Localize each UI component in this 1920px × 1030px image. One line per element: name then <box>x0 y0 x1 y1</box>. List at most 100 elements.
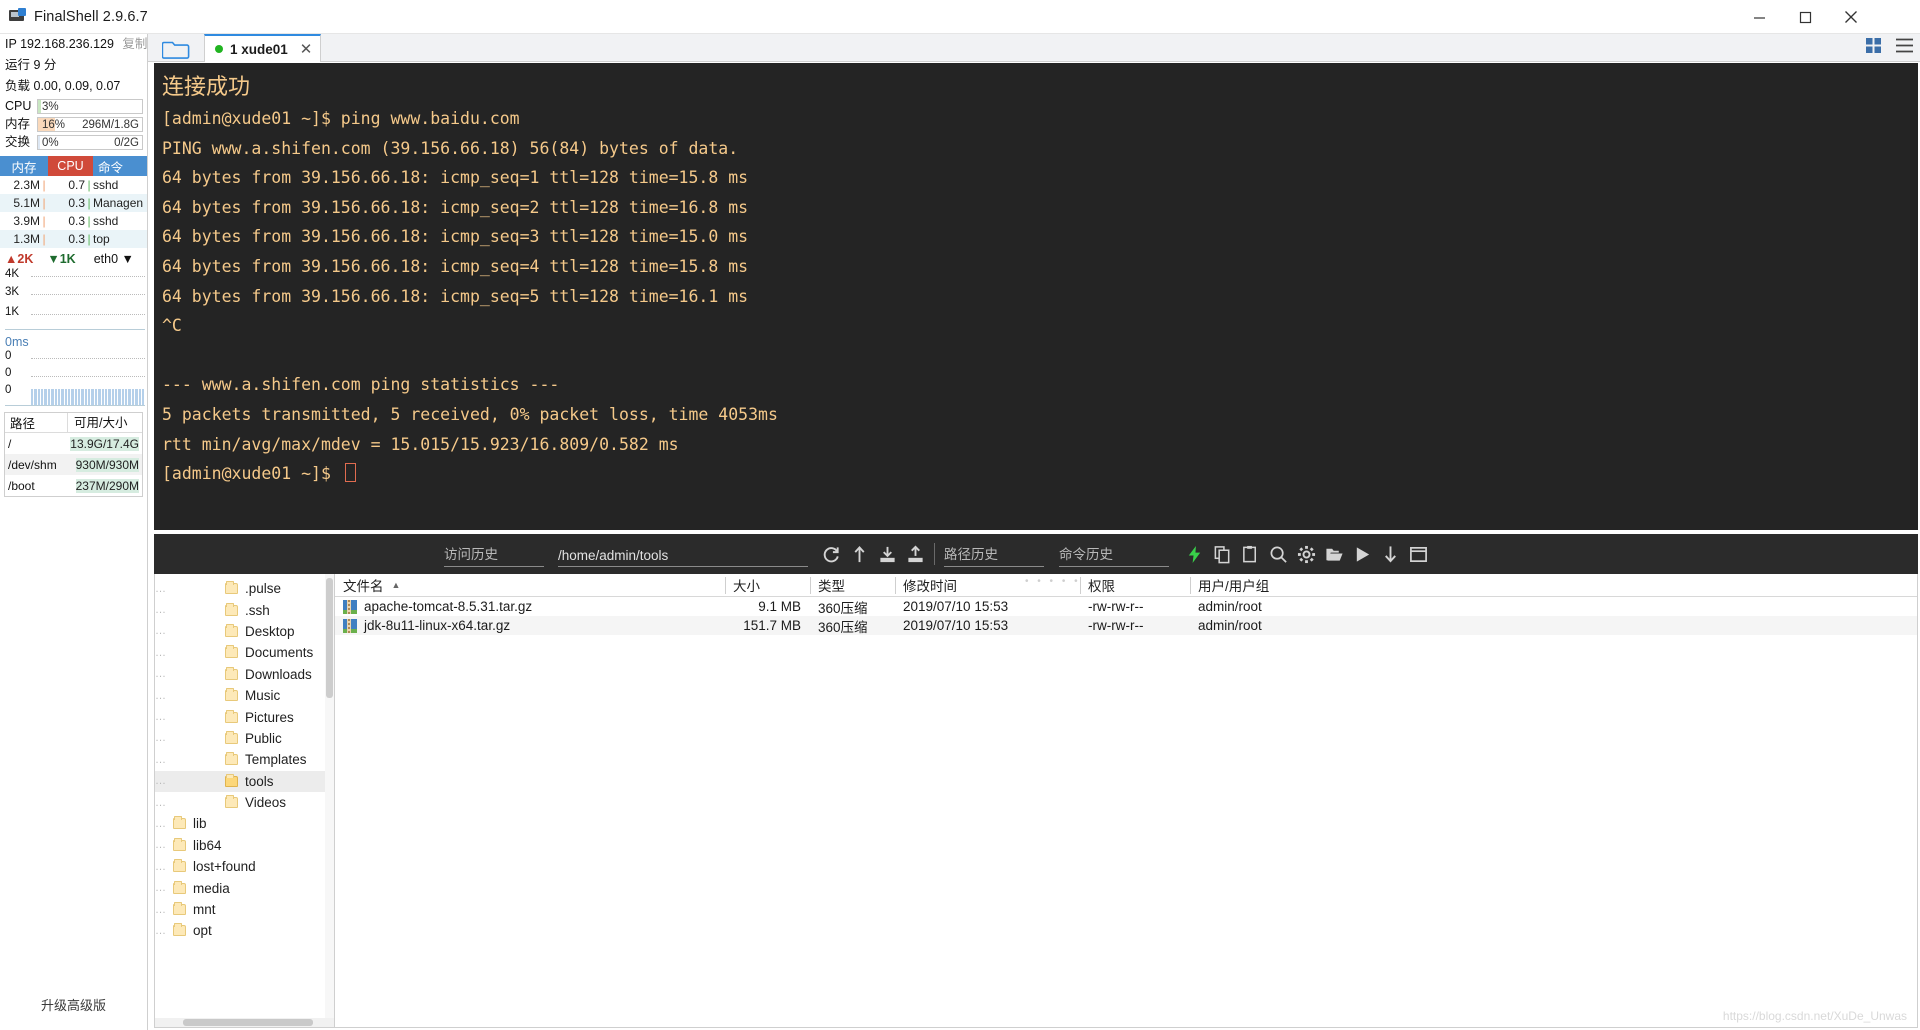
tree-node[interactable]: … mnt <box>155 899 334 920</box>
process-col-command[interactable]: 命令 <box>93 156 147 176</box>
directory-tree[interactable]: … .pulse … .ssh … Desktop … Documents … Downloads… <box>155 574 335 1027</box>
meter-bar: 16% 296M/1.8G <box>37 116 143 132</box>
upgrade-link[interactable]: 升级高级版 <box>0 995 147 1014</box>
grid-view-icon[interactable] <box>1865 37 1882 59</box>
file-row[interactable]: apache-tomcat-8.5.31.tar.gz 9.1 MB 360压缩 20… <box>335 597 1917 616</box>
server-status-sidebar: IP 192.168.236.129 复制 运行 9 分 负载 0.00, 0.… <box>0 34 148 1030</box>
tree-node[interactable]: … Music <box>155 685 334 706</box>
tree-guide: … <box>155 711 167 724</box>
process-col-cpu[interactable]: CPU <box>48 156 93 176</box>
list-view-icon[interactable] <box>1895 37 1914 59</box>
disk-row[interactable]: /boot 237M/290M <box>5 475 142 496</box>
tree-node[interactable]: … Public <box>155 728 334 749</box>
file-column-header[interactable]: 大小 <box>725 574 810 597</box>
tree-node[interactable]: … media <box>155 877 334 898</box>
tree-node-label: .pulse <box>245 581 282 597</box>
open-folder-icon[interactable] <box>1325 545 1344 564</box>
meter-percent: 3% <box>42 100 59 113</box>
tree-node[interactable]: … Desktop <box>155 621 334 642</box>
file-list: 文件名 ▲ 大小 类型 修改时间 权限 用户/用户组 • • • • • apache-to… <box>335 574 1917 1027</box>
tree-guide: … <box>155 646 167 659</box>
tree-node[interactable]: … Pictures <box>155 706 334 727</box>
copy-ip-button[interactable]: 复制 <box>122 37 147 51</box>
gear-icon[interactable] <box>1297 545 1316 564</box>
window-icon[interactable] <box>1409 545 1428 564</box>
file-column-label: 文件名 <box>343 579 384 594</box>
tree-node[interactable]: … Documents <box>155 642 334 663</box>
folder-icon <box>225 581 238 595</box>
file-column-header[interactable]: 文件名 ▲ <box>335 574 725 597</box>
tree-vertical-scrollbar[interactable] <box>325 574 334 1018</box>
tab-label: 1 xude01 <box>230 41 288 57</box>
load-row: 负载 0.00, 0.09, 0.07 <box>0 76 147 97</box>
process-row[interactable]: 2.3M | 0.7 | sshd <box>0 176 147 194</box>
lightning-icon[interactable] <box>1185 545 1204 564</box>
tree-node[interactable]: … tools <box>155 770 334 792</box>
visit-history-input[interactable]: 访问历史 <box>444 541 544 567</box>
close-button[interactable] <box>1828 0 1874 34</box>
process-row[interactable]: 1.3M | 0.3 | top <box>0 230 147 248</box>
maximize-button[interactable] <box>1782 0 1828 34</box>
meter-amount: 0/2G <box>114 136 139 149</box>
tab-xude01[interactable]: 1 xude01 ✕ <box>204 34 322 62</box>
file-actions <box>1185 545 1428 564</box>
upload-rate-value: 2K <box>17 252 34 266</box>
tree-node[interactable]: … Downloads <box>155 664 334 685</box>
terminal-line: rtt min/avg/max/mdev = 15.015/15.923/16.… <box>162 434 679 454</box>
file-column-header[interactable]: 权限 <box>1080 574 1190 597</box>
download-icon[interactable] <box>878 545 897 564</box>
download-arrow-icon[interactable] <box>1381 545 1400 564</box>
column-resize-indicator[interactable]: • • • • • <box>1025 576 1081 587</box>
terminal-output[interactable]: 连接成功 [admin@xude01 ~]$ ping www.baidu.com… <box>154 63 1918 530</box>
tree-node-label: Music <box>245 688 281 704</box>
tree-node[interactable]: … lib64 <box>155 835 334 856</box>
file-mtime: 2019/07/10 15:53 <box>903 618 1009 633</box>
disk-row[interactable]: / 13.9G/17.4G <box>5 433 142 454</box>
tree-node[interactable]: … lib <box>155 813 334 834</box>
tree-node[interactable]: … lost+found <box>155 856 334 877</box>
watermark: https://blog.csdn.net/XuDe_Unwas <box>1722 1009 1907 1023</box>
process-row[interactable]: 5.1M | 0.3 | Managen <box>0 194 147 212</box>
folder-icon <box>225 645 238 659</box>
meter-label: 交换 <box>5 135 31 149</box>
process-row[interactable]: 3.9M | 0.3 | sshd <box>0 212 147 230</box>
lat-tick-2: 0 <box>5 384 12 396</box>
tree-node[interactable]: … Templates <box>155 749 334 770</box>
process-col-memory[interactable]: 内存 <box>0 156 48 176</box>
refresh-icon[interactable] <box>822 545 841 564</box>
file-mtime: 2019/07/10 15:53 <box>903 599 1009 614</box>
path-input[interactable]: /home/admin/tools <box>558 541 808 567</box>
tree-node[interactable]: … opt <box>155 920 334 941</box>
disk-row[interactable]: /dev/shm 930M/930M <box>5 454 142 475</box>
tree-horizontal-scrollbar[interactable] <box>155 1018 334 1027</box>
search-icon[interactable] <box>1269 545 1288 564</box>
file-column-header[interactable]: 类型 <box>810 574 895 597</box>
tree-guide: … <box>155 860 167 873</box>
paste-icon[interactable] <box>1241 545 1260 564</box>
copy-icon[interactable] <box>1213 545 1232 564</box>
process-memory: 2.3M <box>13 178 40 192</box>
play-icon[interactable] <box>1353 545 1372 564</box>
upload-icon[interactable] <box>906 545 925 564</box>
file-size: 151.7 MB <box>743 618 801 633</box>
command-history-input[interactable]: 命令历史 <box>1059 541 1169 567</box>
tree-guide: … <box>155 604 167 617</box>
minimize-button[interactable] <box>1736 0 1782 34</box>
file-column-header[interactable]: 用户/用户组 <box>1190 574 1350 597</box>
terminal-line: 连接成功 <box>162 75 251 100</box>
tab-close-icon[interactable]: ✕ <box>300 40 313 58</box>
file-row[interactable]: jdk-8u11-linux-x64.tar.gz 151.7 MB 360压缩 20… <box>335 616 1917 635</box>
meter-percent: 16% <box>42 118 66 131</box>
terminal-line: 64 bytes from 39.156.66.18: icmp_seq=1 t… <box>162 168 749 188</box>
folder-icon <box>225 730 238 744</box>
tree-node[interactable]: … Videos <box>155 792 334 813</box>
tree-node[interactable]: … .pulse <box>155 578 334 599</box>
upload-arrow-icon[interactable] <box>850 545 869 564</box>
path-history-input[interactable]: 路径历史 <box>944 541 1044 567</box>
terminal-line: ^C <box>162 316 182 336</box>
process-cpu: 0.3 <box>68 196 85 210</box>
meter-amount: 296M/1.8G <box>82 118 139 131</box>
tree-node[interactable]: … .ssh <box>155 599 334 620</box>
open-folder-icon[interactable] <box>156 36 196 62</box>
network-interface-selector[interactable]: eth0 ▼ <box>94 252 134 266</box>
